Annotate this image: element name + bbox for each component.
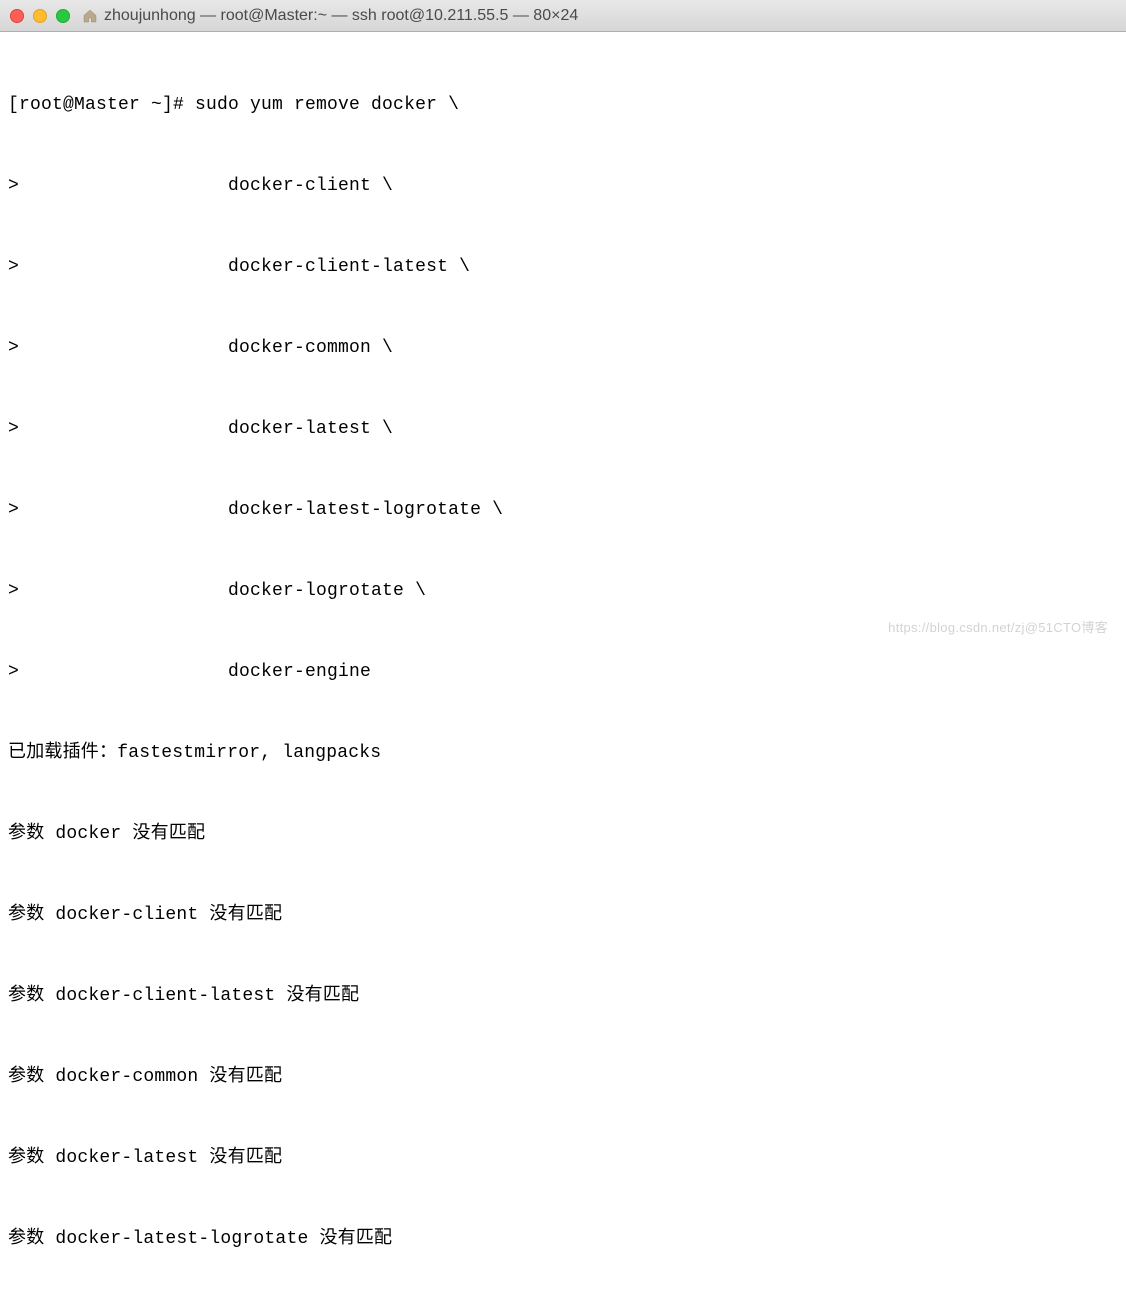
terminal-line: > docker-latest-logrotate \	[8, 497, 1118, 524]
terminal-line: > docker-logrotate \	[8, 578, 1118, 605]
watermark: https://blog.csdn.net/zj@51CTO博客	[888, 617, 1108, 636]
close-button[interactable]	[10, 9, 24, 23]
maximize-button[interactable]	[56, 9, 70, 23]
terminal-line: > docker-client \	[8, 173, 1118, 200]
terminal-line: [root@Master ~]# sudo yum remove docker …	[8, 92, 1118, 119]
terminal-line: 已加载插件：fastestmirror, langpacks	[8, 740, 1118, 767]
terminal-line: > docker-client-latest \	[8, 254, 1118, 281]
terminal-line: 参数 docker-client 没有匹配	[8, 902, 1118, 929]
terminal-line: > docker-latest \	[8, 416, 1118, 443]
terminal-line: 参数 docker-client-latest 没有匹配	[8, 983, 1118, 1010]
terminal-line: 参数 docker-common 没有匹配	[8, 1064, 1118, 1091]
terminal-line: 参数 docker-latest 没有匹配	[8, 1145, 1118, 1172]
traffic-lights	[10, 9, 70, 23]
terminal-line: > docker-common \	[8, 335, 1118, 362]
terminal-area[interactable]: [root@Master ~]# sudo yum remove docker …	[0, 32, 1126, 1292]
minimize-button[interactable]	[33, 9, 47, 23]
terminal-line: 参数 docker-latest-logrotate 没有匹配	[8, 1226, 1118, 1253]
terminal-line: > docker-engine	[8, 659, 1118, 686]
terminal-line: 参数 docker 没有匹配	[8, 821, 1118, 848]
window-title: zhoujunhong — root@Master:~ — ssh root@1…	[104, 7, 578, 25]
window-titlebar: zhoujunhong — root@Master:~ — ssh root@1…	[0, 0, 1126, 32]
home-icon	[82, 8, 98, 24]
